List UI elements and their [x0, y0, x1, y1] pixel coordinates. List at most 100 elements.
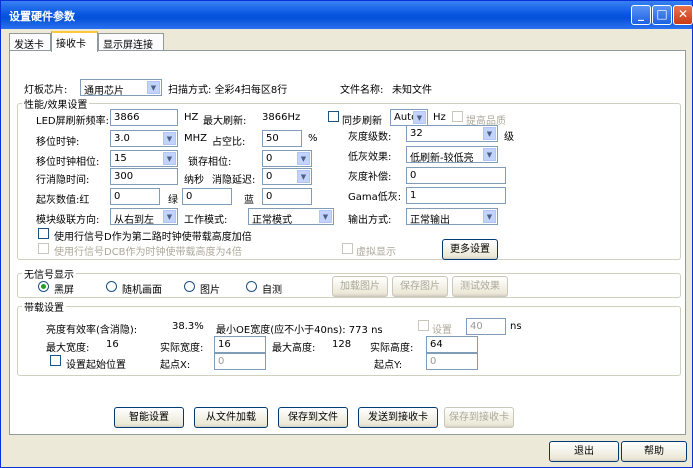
shift-phase-select[interactable]: 15 ▼	[110, 150, 178, 167]
max-width-label: 最大宽度:	[46, 343, 90, 354]
close-button[interactable]: ✕	[673, 5, 693, 25]
settings-window: 设置硬件参数 _ □ ✕ 发送卡 接收卡 显示屏连接 灯板芯片: 通用芯片 ▼ 扫…	[0, 0, 693, 468]
max-width-value: 16	[106, 339, 119, 350]
efficiency-label: 亮度有效率(含消隐):	[46, 325, 138, 336]
max-refresh-label: 最大刷新:	[203, 116, 247, 127]
window-title: 设置硬件参数	[9, 10, 75, 23]
save-to-file-button[interactable]: 保存到文件	[278, 407, 348, 428]
actual-height-label: 实际高度:	[370, 343, 414, 354]
sync-refresh-checkbox[interactable]	[328, 111, 339, 122]
set-start-label: 设置起始位置	[66, 360, 126, 371]
oe-ns-unit: ns	[510, 321, 522, 332]
gray-levels-select[interactable]: 32 ▼	[406, 125, 498, 142]
cascade-select[interactable]: 从右到左 ▼	[110, 208, 178, 225]
refresh-label: LED屏刷新频率:	[36, 116, 109, 127]
low-gray-select[interactable]: 低刷新-较低亮 ▼	[406, 146, 498, 163]
green-input[interactable]: 0	[182, 188, 232, 205]
gray-levels-label: 灰度级数:	[348, 132, 392, 143]
latch-phase-select[interactable]: 0 ▼	[262, 150, 312, 167]
no-signal-group-title: 无信号显示	[22, 266, 76, 281]
hz-unit: HZ	[184, 112, 199, 123]
test-effect-button[interactable]: 测试效果	[452, 276, 508, 297]
blue-label: 蓝	[244, 195, 254, 206]
more-settings-button[interactable]: 更多设置	[442, 239, 498, 260]
min-oe-text: 最小OE宽度(应不小于40ns): 773 ns	[216, 325, 383, 336]
tab-receive-card[interactable]: 接收卡	[51, 31, 98, 52]
gray-comp-input[interactable]: 0	[406, 167, 506, 184]
level-unit: 级	[504, 132, 514, 143]
percent-unit: %	[308, 133, 318, 144]
use-dcb-clock-label: 使用行信号DCB作为时钟使带载高度为4倍	[54, 247, 242, 258]
shift-clock-select[interactable]: 3.0 ▼	[110, 130, 178, 147]
gamma-input[interactable]: 1	[406, 187, 506, 204]
start-x-input[interactable]: 0	[214, 353, 266, 370]
blank-delay-select[interactable]: 0 ▼	[262, 168, 312, 185]
blank-delay-label: 消隐延迟:	[212, 175, 256, 186]
efficiency-value: 38.3%	[172, 321, 204, 332]
duty-input[interactable]: 50	[262, 130, 302, 147]
low-gray-label: 低灰效果:	[348, 152, 392, 163]
chip-select[interactable]: 通用芯片 ▼	[80, 79, 162, 96]
work-mode-label: 工作模式:	[184, 215, 228, 226]
save-to-receiver-button[interactable]: 保存到接收卡	[444, 407, 514, 428]
sync-refresh-select[interactable]: Auto ▼	[390, 109, 428, 126]
max-refresh-value: 3866Hz	[262, 112, 301, 123]
tab-send-card[interactable]: 发送卡	[9, 33, 51, 51]
minimize-button[interactable]: _	[631, 5, 651, 25]
set-start-checkbox[interactable]	[50, 355, 61, 366]
radio-black-screen[interactable]	[38, 281, 49, 292]
send-to-receiver-button[interactable]: 发送到接收卡	[358, 407, 438, 428]
use-dcb-clock-checkbox[interactable]	[38, 243, 49, 254]
red-input[interactable]: 0	[110, 188, 160, 205]
blank-time-input[interactable]: 300	[110, 168, 178, 185]
start-x-label: 起点X:	[160, 360, 191, 371]
radio-random-image[interactable]	[106, 281, 117, 292]
virtual-display-checkbox[interactable]	[342, 243, 353, 254]
random-image-label: 随机画面	[122, 285, 162, 296]
gray-comp-label: 灰度补偿:	[348, 172, 392, 183]
receive-card-panel: 灯板芯片: 通用芯片 ▼ 扫描方式: 全彩4扫每区8行 文件名称: 未知文件 性能…	[9, 50, 686, 435]
sync-refresh-label: 同步刷新	[342, 116, 382, 127]
performance-group-title: 性能/效果设置	[22, 96, 90, 111]
duty-label: 占空比:	[212, 137, 246, 148]
radio-picture[interactable]	[184, 281, 195, 292]
refresh-input[interactable]: 3866	[110, 109, 178, 126]
work-mode-select[interactable]: 正常模式 ▼	[248, 208, 334, 225]
chip-label: 灯板芯片:	[24, 85, 68, 96]
output-select[interactable]: 正常输出 ▼	[406, 208, 498, 225]
virtual-display-label: 虚拟显示	[356, 247, 396, 258]
oe-set-input[interactable]: 40	[466, 318, 506, 335]
file-name-value: 未知文件	[392, 85, 432, 96]
exit-button[interactable]: 退出	[549, 441, 619, 462]
help-button[interactable]: 帮助	[621, 441, 687, 462]
start-y-input[interactable]: 0	[426, 353, 478, 370]
actual-height-input[interactable]: 64	[426, 336, 478, 353]
black-screen-label: 黑屏	[54, 285, 74, 296]
self-test-label: 自测	[262, 285, 282, 296]
green-label: 绿	[168, 195, 178, 206]
load-image-button[interactable]: 加载图片	[332, 276, 388, 297]
mhz-unit: MHZ	[184, 133, 207, 144]
actual-width-input[interactable]: 16	[214, 336, 266, 353]
oe-set-checkbox[interactable]	[418, 320, 429, 331]
oe-set-label: 设置	[432, 325, 452, 336]
title-bar: 设置硬件参数 _ □ ✕	[1, 1, 693, 29]
tab-display-connection[interactable]: 显示屏连接	[98, 33, 164, 51]
blue-input[interactable]: 0	[262, 188, 312, 205]
load-from-file-button[interactable]: 从文件加载	[194, 407, 268, 428]
smart-setup-button[interactable]: 智能设置	[114, 407, 184, 428]
radio-self-test[interactable]	[246, 281, 257, 292]
max-height-label: 最大高度:	[272, 343, 316, 354]
latch-phase-label: 锁存相位:	[188, 157, 232, 168]
use-d-clock-checkbox[interactable]	[38, 228, 49, 239]
save-image-button[interactable]: 保存图片	[392, 276, 448, 297]
hz-unit-2: Hz	[433, 112, 446, 123]
shift-clock-label: 移位时钟:	[36, 137, 80, 148]
gamma-label: Gama低灰:	[348, 192, 402, 203]
file-name-label: 文件名称:	[340, 85, 384, 96]
ns-unit: 纳秒	[184, 175, 204, 186]
start-y-label: 起点Y:	[374, 360, 403, 371]
maximize-button[interactable]: □	[652, 5, 672, 25]
max-height-value: 128	[332, 339, 352, 350]
improve-quality-checkbox[interactable]	[452, 111, 463, 122]
